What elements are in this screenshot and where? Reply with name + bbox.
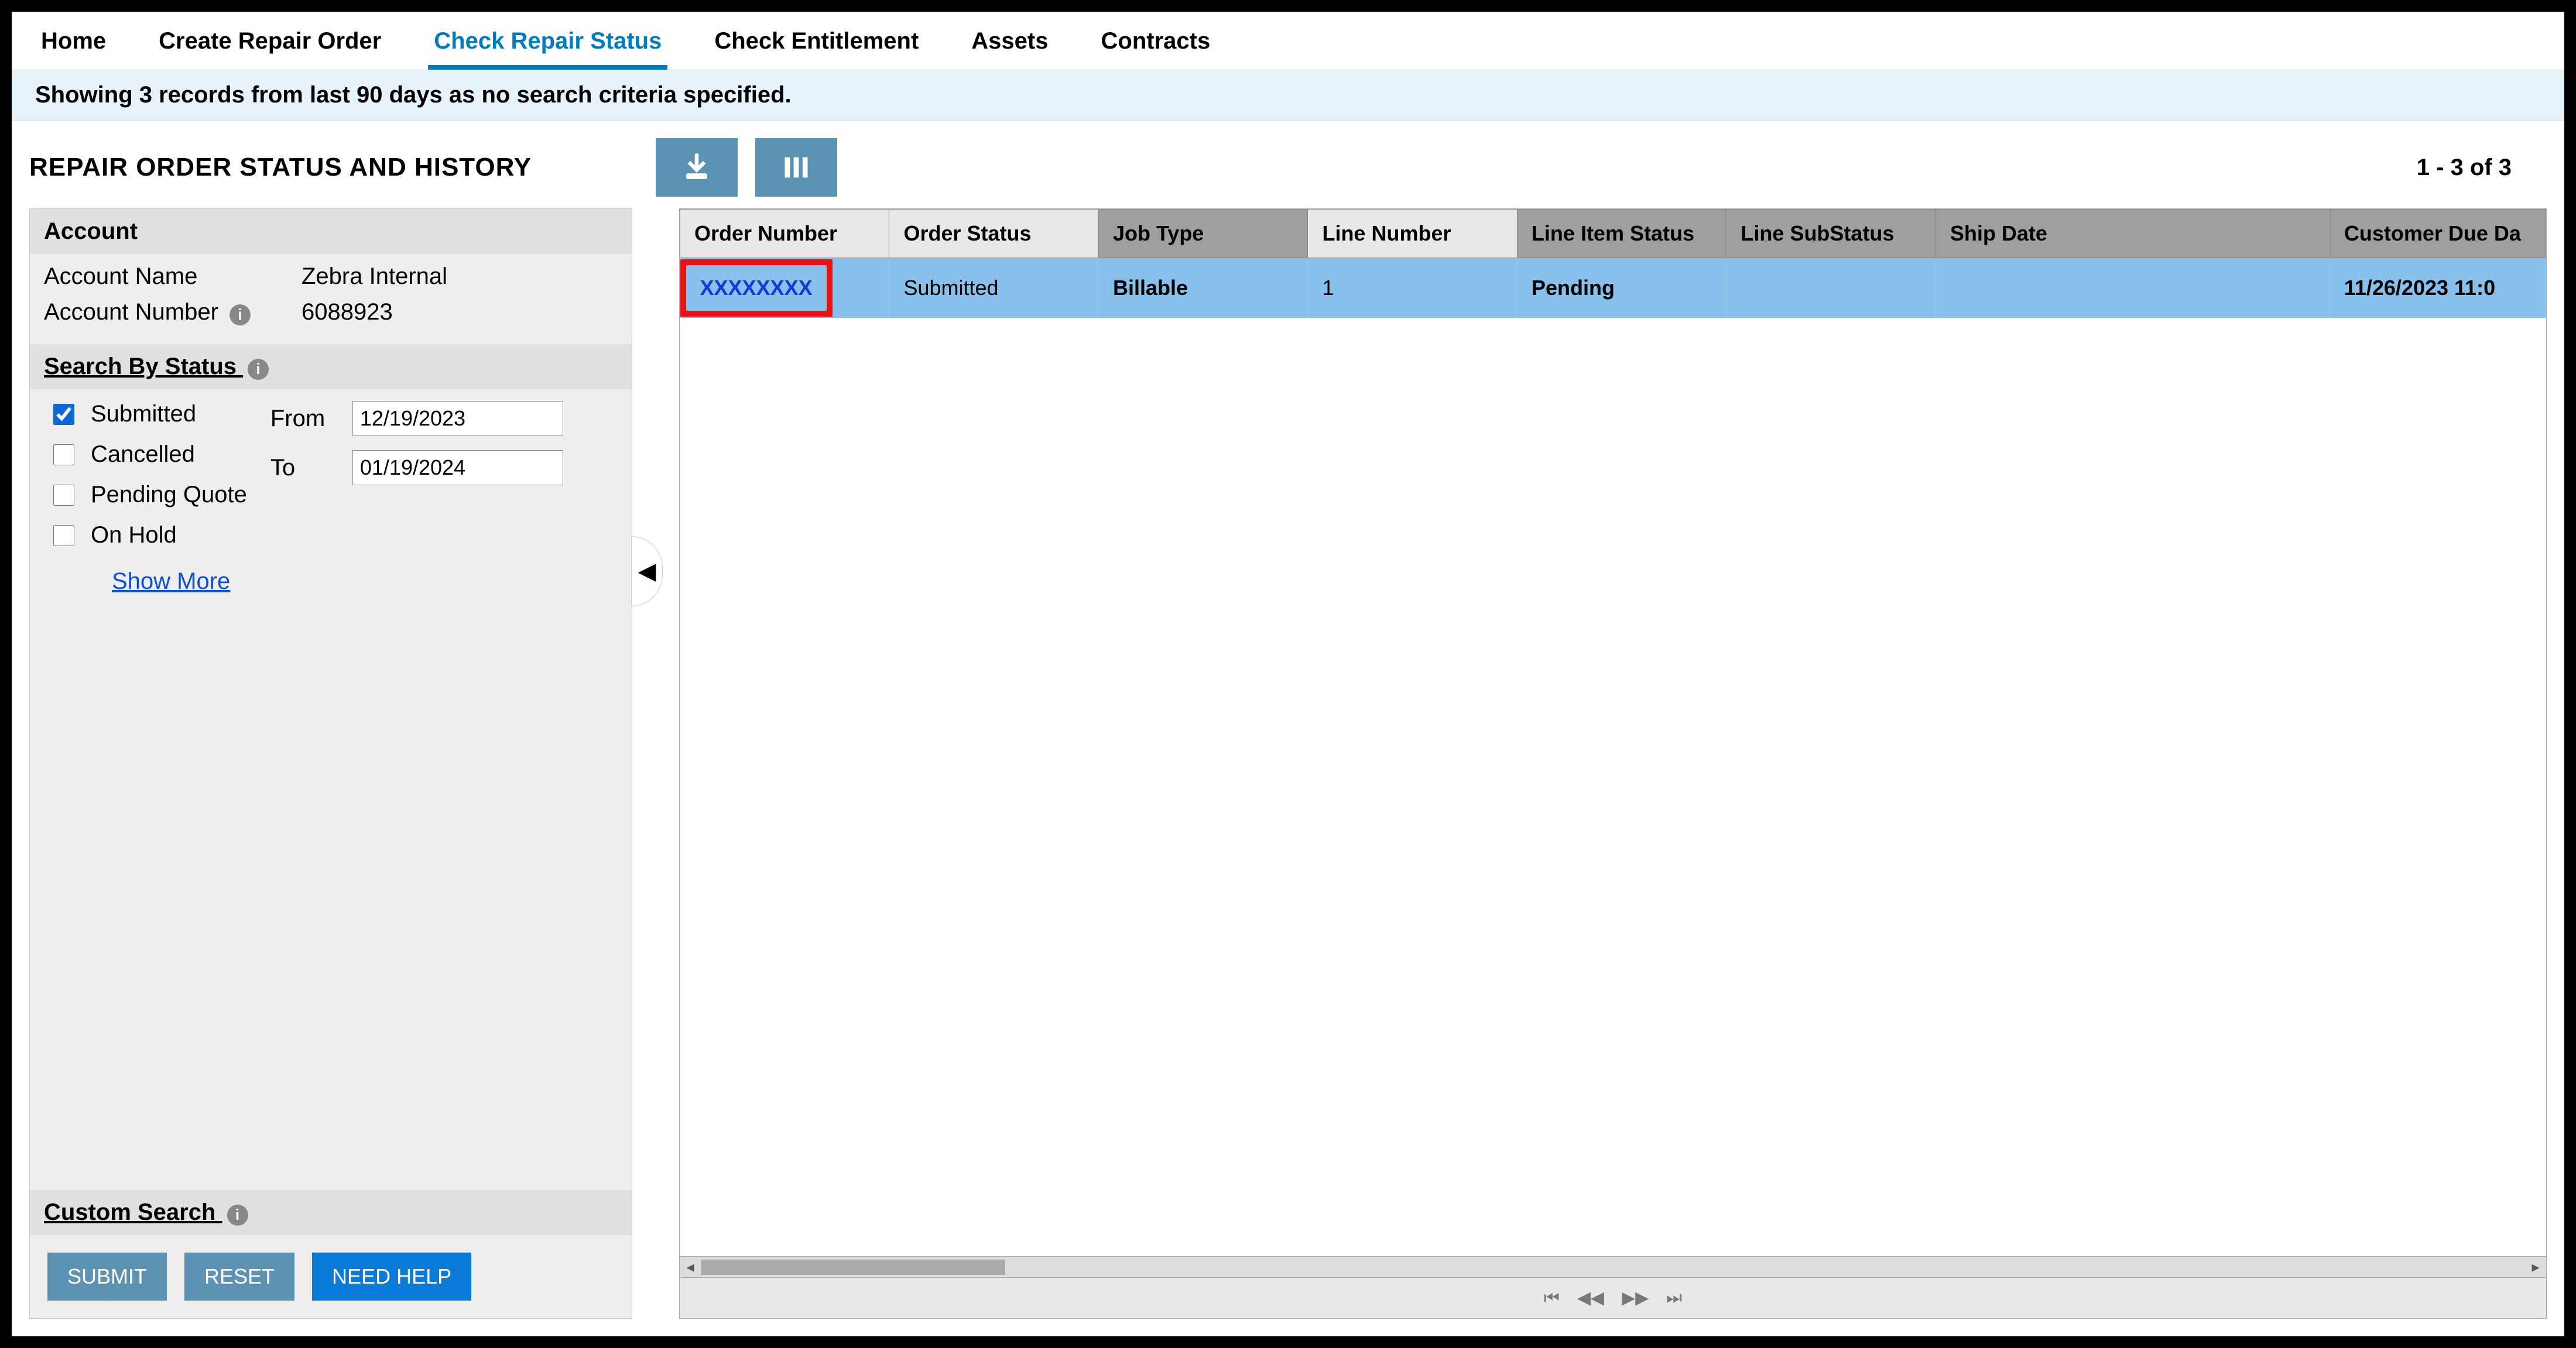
- col-order-number[interactable]: Order Number: [680, 210, 889, 258]
- order-number-highlight: XXXXXXXX: [680, 259, 833, 317]
- submit-button[interactable]: SUBMIT: [47, 1253, 167, 1301]
- status-submitted[interactable]: Submitted: [53, 401, 247, 427]
- col-ship-date[interactable]: Ship Date: [1936, 210, 2330, 258]
- col-line-substatus[interactable]: Line SubStatus: [1727, 210, 1936, 258]
- checkbox-submitted[interactable]: [53, 404, 74, 425]
- pager-first-icon[interactable]: ⏮: [1544, 1288, 1560, 1308]
- cell-ship-date: [1936, 258, 2330, 318]
- status-pending-quote[interactable]: Pending Quote: [53, 482, 247, 508]
- col-customer-due-date[interactable]: Customer Due Da: [2330, 210, 2546, 258]
- tab-check-entitlement[interactable]: Check Entitlement: [708, 12, 924, 70]
- info-icon[interactable]: i: [227, 1205, 248, 1226]
- cell-job-type: Billable: [1098, 258, 1307, 318]
- columns-icon: [781, 152, 811, 183]
- account-heading: Account: [30, 209, 632, 254]
- tab-contracts[interactable]: Contracts: [1095, 12, 1217, 70]
- tab-bar: Home Create Repair Order Check Repair St…: [12, 12, 2564, 70]
- table-scroll[interactable]: Order Number Order Status Job Type Line …: [680, 209, 2546, 1256]
- status-on-hold-label: On Hold: [91, 522, 177, 548]
- col-line-item-status[interactable]: Line Item Status: [1517, 210, 1726, 258]
- tab-create-repair-order[interactable]: Create Repair Order: [153, 12, 387, 70]
- table-row[interactable]: XXXXXXXX Submitted Billable 1 Pending 11…: [680, 258, 2546, 318]
- col-job-type[interactable]: Job Type: [1098, 210, 1307, 258]
- results-table: Order Number Order Status Job Type Line …: [680, 209, 2546, 318]
- status-submitted-label: Submitted: [91, 401, 196, 427]
- scroll-left-icon[interactable]: ◂: [680, 1258, 701, 1276]
- cell-customer-due-date: 11/26/2023 11:0: [2330, 258, 2546, 318]
- checkbox-pending-quote[interactable]: [53, 485, 74, 506]
- status-cancelled-label: Cancelled: [91, 441, 195, 468]
- table-header-row: Order Number Order Status Job Type Line …: [680, 210, 2546, 258]
- cell-line-item-status: Pending: [1517, 258, 1726, 318]
- download-icon: [681, 152, 712, 183]
- download-button[interactable]: [656, 138, 738, 197]
- reset-button[interactable]: RESET: [184, 1253, 294, 1301]
- custom-search-heading: Custom Search i: [30, 1190, 632, 1235]
- show-more-link[interactable]: Show More: [112, 568, 247, 595]
- horizontal-scrollbar[interactable]: ◂ ▸: [680, 1256, 2546, 1277]
- pager-next-icon[interactable]: ▶▶: [1622, 1288, 1649, 1308]
- chevron-left-icon: ◀: [638, 558, 656, 585]
- status-cancelled[interactable]: Cancelled: [53, 441, 247, 468]
- tab-assets[interactable]: Assets: [965, 12, 1054, 70]
- to-date-input[interactable]: [352, 450, 563, 485]
- results-table-wrap: Order Number Order Status Job Type Line …: [679, 208, 2547, 1319]
- need-help-button[interactable]: NEED HELP: [312, 1253, 471, 1301]
- filter-sidebar: Account Account Name Zebra Internal Acco…: [29, 208, 632, 1319]
- scrollbar-thumb[interactable]: [701, 1260, 1005, 1275]
- pager-last-icon[interactable]: ⏭: [1666, 1288, 1682, 1308]
- cell-order-status: Submitted: [889, 258, 1098, 318]
- pager-prev-icon[interactable]: ◀◀: [1577, 1288, 1604, 1308]
- collapse-sidebar-button[interactable]: ◀: [631, 536, 663, 606]
- search-by-status-heading: Search By Status i: [30, 344, 632, 389]
- status-pending-quote-label: Pending Quote: [91, 482, 247, 508]
- tab-check-repair-status[interactable]: Check Repair Status: [428, 12, 667, 70]
- order-number-link[interactable]: XXXXXXXX: [700, 276, 813, 300]
- scroll-right-icon[interactable]: ▸: [2525, 1258, 2546, 1276]
- col-line-number[interactable]: Line Number: [1308, 210, 1517, 258]
- account-name-label: Account Name: [44, 263, 302, 290]
- account-name-value: Zebra Internal: [302, 263, 447, 290]
- page-title: REPAIR ORDER STATUS AND HISTORY: [29, 153, 656, 182]
- info-icon[interactable]: i: [248, 359, 269, 380]
- from-label: From: [270, 406, 341, 432]
- info-banner: Showing 3 records from last 90 days as n…: [12, 70, 2564, 121]
- info-icon[interactable]: i: [229, 304, 251, 325]
- cell-line-number: 1: [1308, 258, 1517, 318]
- col-order-status[interactable]: Order Status: [889, 210, 1098, 258]
- checkbox-cancelled[interactable]: [53, 444, 74, 465]
- columns-button[interactable]: [755, 138, 837, 197]
- checkbox-on-hold[interactable]: [53, 525, 74, 546]
- status-on-hold[interactable]: On Hold: [53, 522, 247, 548]
- pager: ⏮ ◀◀ ▶▶ ⏭: [680, 1277, 2546, 1318]
- account-number-label: Account Number i: [44, 299, 302, 325]
- records-range: 1 - 3 of 3: [2417, 155, 2512, 181]
- from-date-input[interactable]: [352, 401, 563, 436]
- to-label: To: [270, 455, 341, 481]
- tab-home[interactable]: Home: [35, 12, 112, 70]
- cell-line-substatus: [1727, 258, 1936, 318]
- account-number-value: 6088923: [302, 299, 393, 325]
